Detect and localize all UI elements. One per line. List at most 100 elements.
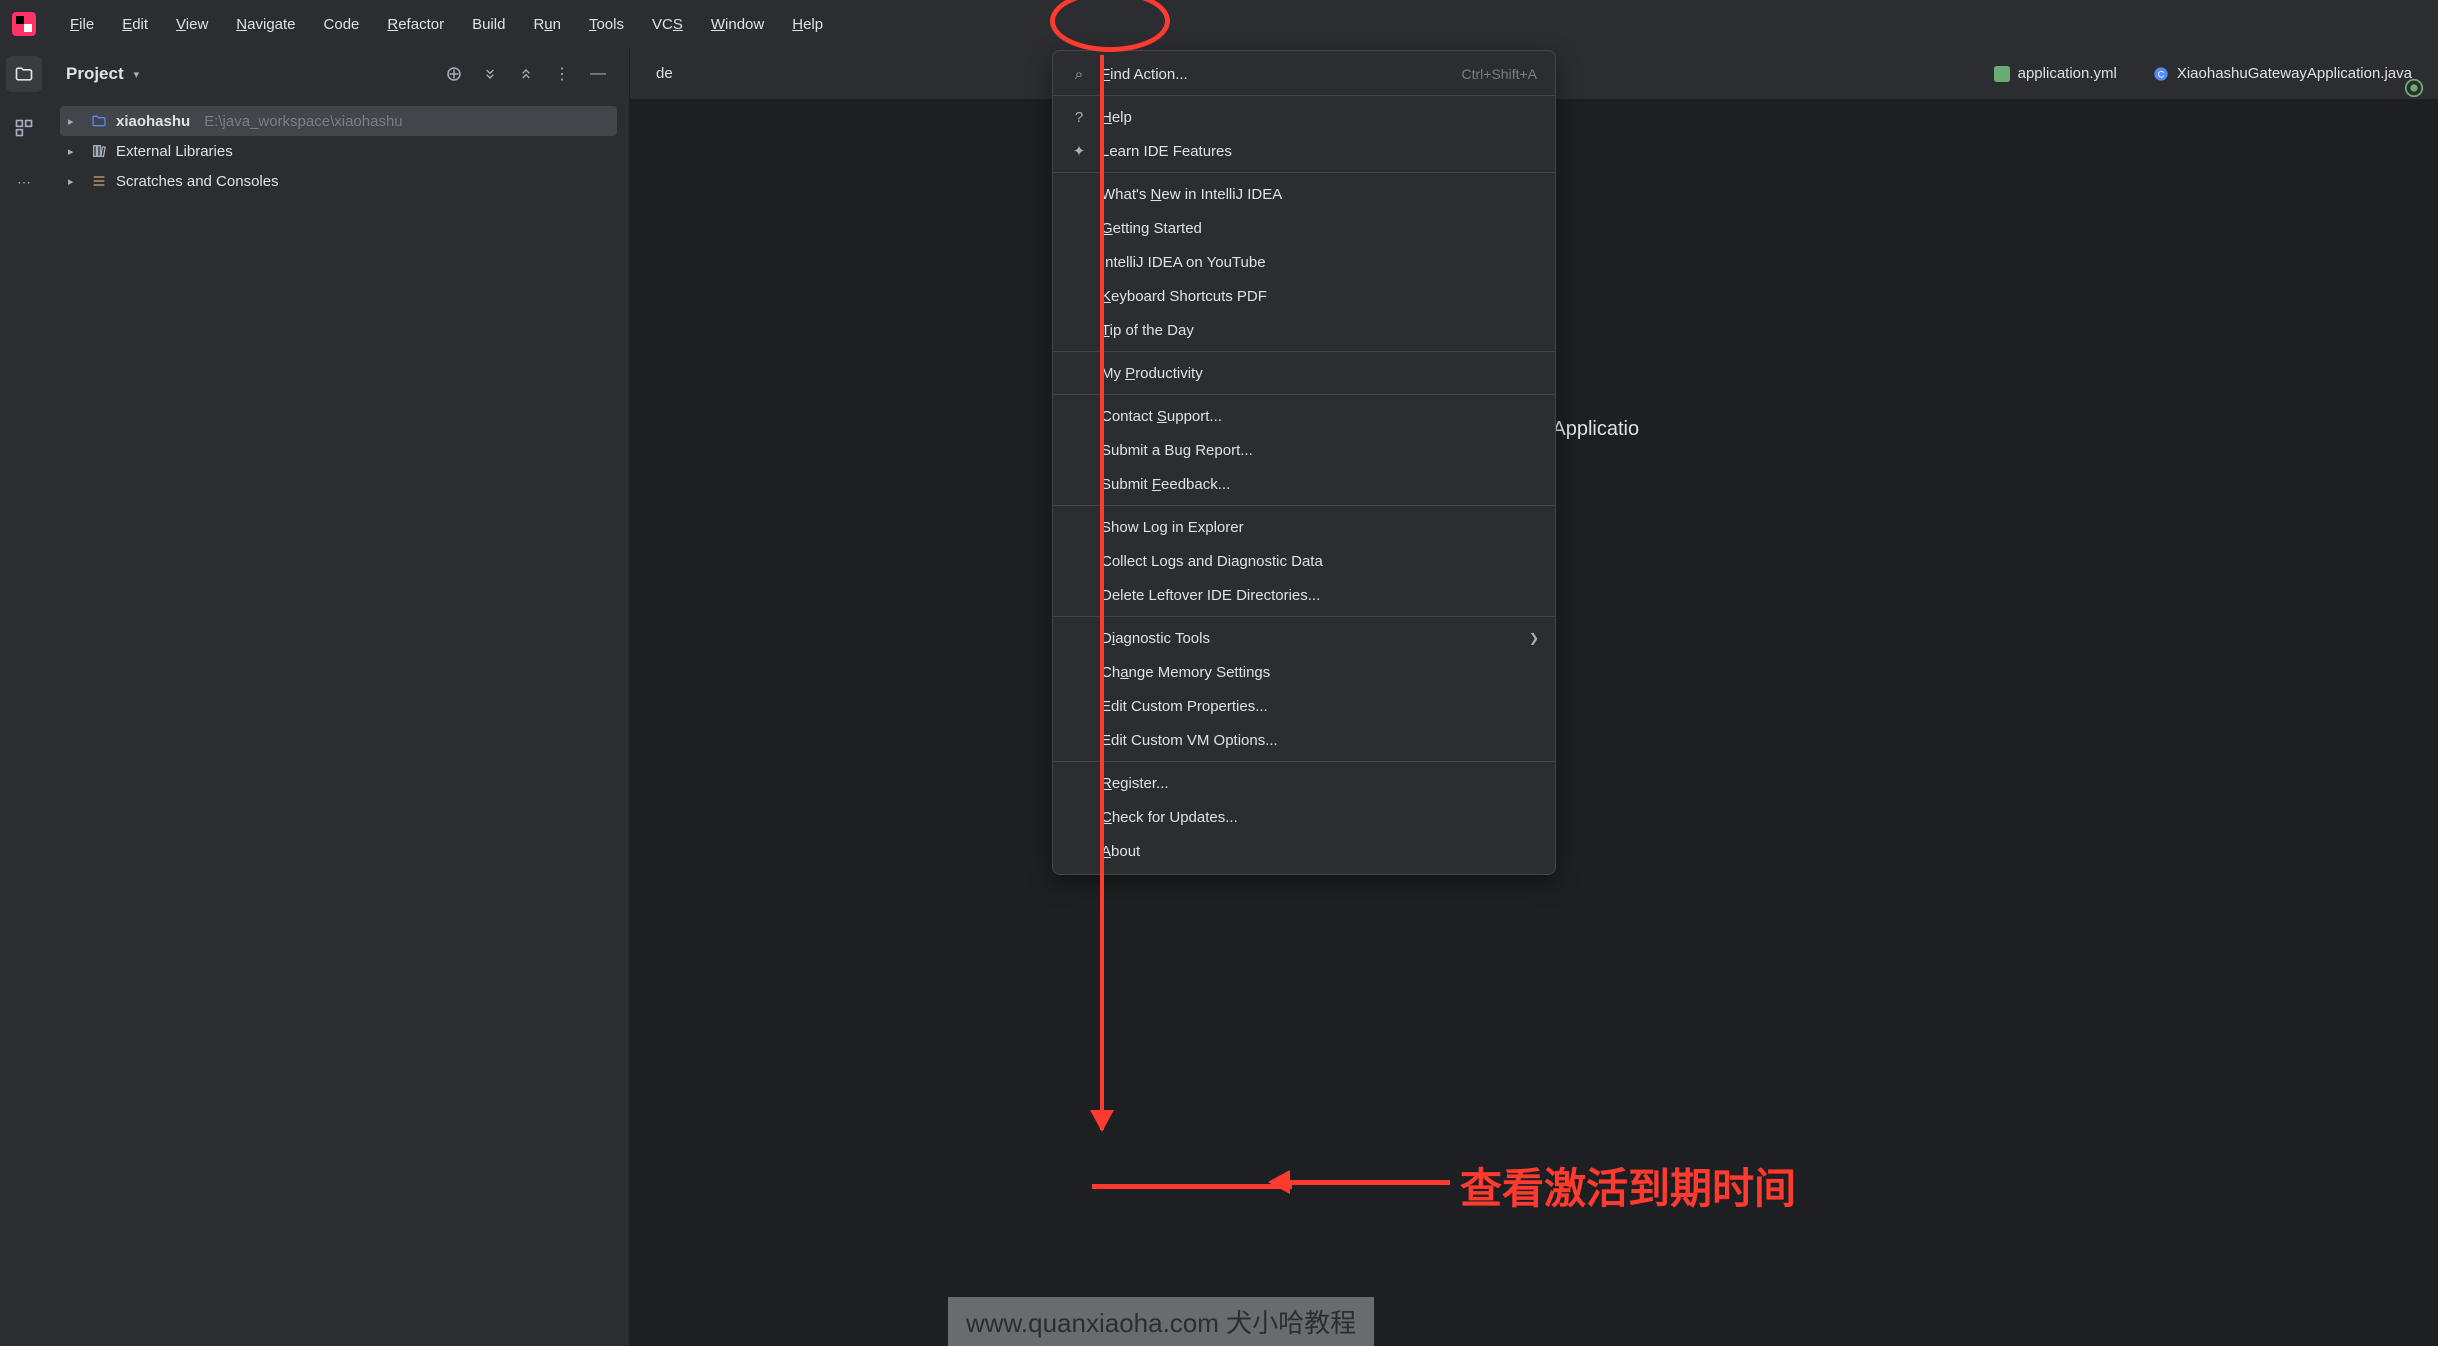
menu-view[interactable]: View: [162, 10, 222, 39]
menu-feedback[interactable]: Submit Feedback...: [1053, 467, 1555, 501]
menu-label: Contact Support...: [1101, 408, 1222, 425]
app-logo-icon: [10, 10, 38, 38]
menu-change-memory[interactable]: Change Memory Settings: [1053, 655, 1555, 689]
menu-bug-report[interactable]: Submit a Bug Report...: [1053, 433, 1555, 467]
hide-panel-button[interactable]: —: [585, 61, 611, 87]
menu-label: Show Log in Explorer: [1101, 519, 1244, 536]
menu-learn-ide[interactable]: ✦ Learn IDE Features: [1053, 134, 1555, 168]
help-icon: ?: [1069, 109, 1089, 126]
search-icon: ⌕: [1069, 66, 1089, 83]
menu-edit[interactable]: Edit: [108, 10, 162, 39]
menu-label: About: [1101, 843, 1140, 860]
project-tool-button[interactable]: [6, 56, 42, 92]
root-name: xiaohashu: [116, 113, 190, 130]
menu-about[interactable]: About: [1053, 834, 1555, 868]
menu-label: Edit Custom VM Options...: [1101, 732, 1278, 749]
menu-separator: [1053, 505, 1555, 506]
menu-separator: [1053, 394, 1555, 395]
menu-file[interactable]: File: [56, 10, 108, 39]
menu-productivity[interactable]: My Productivity: [1053, 356, 1555, 390]
select-opened-file-button[interactable]: [441, 61, 467, 87]
menu-label: Collect Logs and Diagnostic Data: [1101, 553, 1323, 570]
menu-label: What's New in IntelliJ IDEA: [1101, 186, 1282, 203]
shortcut-label: Ctrl+Shift+A: [1462, 66, 1537, 82]
left-rail: ⋯: [0, 48, 48, 1346]
menu-help[interactable]: Help: [778, 10, 837, 39]
submenu-arrow-icon: ❯: [1529, 631, 1539, 645]
help-dropdown: ⌕ Find Action... Ctrl+Shift+A ? Help ✦ L…: [1052, 50, 1556, 875]
menu-label: Change Memory Settings: [1101, 664, 1270, 681]
menu-tip-of-day[interactable]: Tip of the Day: [1053, 313, 1555, 347]
menu-label: Tip of the Day: [1101, 322, 1194, 339]
menu-label: Find Action...: [1101, 66, 1188, 83]
project-options-button[interactable]: ⋮: [549, 61, 575, 87]
menu-edit-props[interactable]: Edit Custom Properties...: [1053, 689, 1555, 723]
java-class-icon: C: [2153, 66, 2169, 82]
menu-navigate[interactable]: Navigate: [222, 10, 309, 39]
project-header: Project ▾ ⋮ —: [48, 48, 629, 100]
menu-tools[interactable]: Tools: [575, 10, 638, 39]
menu-getting-started[interactable]: Getting Started: [1053, 211, 1555, 245]
menu-contact-support[interactable]: Contact Support...: [1053, 399, 1555, 433]
menu-label: Check for Updates...: [1101, 809, 1238, 826]
project-tree: ▸ xiaohashu E:\java_workspace\xiaohashu …: [48, 100, 629, 202]
menu-find-action[interactable]: ⌕ Find Action... Ctrl+Shift+A: [1053, 57, 1555, 91]
menu-show-log[interactable]: Show Log in Explorer: [1053, 510, 1555, 544]
menu-build[interactable]: Build: [458, 10, 519, 39]
menu-code[interactable]: Code: [310, 10, 374, 39]
editor-tab-application-yml[interactable]: application.yml: [1978, 55, 2133, 92]
menu-check-updates[interactable]: Check for Updates...: [1053, 800, 1555, 834]
project-panel: Project ▾ ⋮ — ▸ xiaohashu E:\java_worksp…: [48, 48, 630, 1346]
menu-label: Submit Feedback...: [1101, 476, 1230, 493]
menu-label: Register...: [1101, 775, 1169, 792]
menu-label: My Productivity: [1101, 365, 1203, 382]
expand-arrow-icon[interactable]: ▸: [68, 145, 82, 158]
editor-tab-de[interactable]: de: [640, 55, 689, 92]
menu-collect-logs[interactable]: Collect Logs and Diagnostic Data: [1053, 544, 1555, 578]
menu-edit-vm[interactable]: Edit Custom VM Options...: [1053, 723, 1555, 757]
menu-separator: [1053, 351, 1555, 352]
expand-arrow-icon[interactable]: ▸: [68, 175, 82, 188]
menu-separator: [1053, 616, 1555, 617]
menu-run[interactable]: Run: [519, 10, 575, 39]
structure-tool-button[interactable]: [6, 110, 42, 146]
more-tool-button[interactable]: ⋯: [6, 164, 42, 200]
menu-label: IntelliJ IDEA on YouTube: [1101, 254, 1266, 271]
root-path: E:\java_workspace\xiaohashu: [204, 113, 402, 130]
menu-label: Edit Custom Properties...: [1101, 698, 1268, 715]
tree-external-libs[interactable]: ▸ External Libraries: [60, 136, 617, 166]
menu-refactor[interactable]: Refactor: [373, 10, 458, 39]
tab-label: application.yml: [2018, 65, 2117, 82]
expand-arrow-icon[interactable]: ▸: [68, 115, 82, 128]
menubar: File Edit View Navigate Code Refactor Bu…: [0, 0, 2438, 48]
tree-root[interactable]: ▸ xiaohashu E:\java_workspace\xiaohashu: [60, 106, 617, 136]
menu-label: Submit a Bug Report...: [1101, 442, 1253, 459]
menu-register[interactable]: Register...: [1053, 766, 1555, 800]
collapse-all-button[interactable]: [513, 61, 539, 87]
learn-icon: ✦: [1069, 142, 1089, 160]
project-title[interactable]: Project: [66, 64, 124, 84]
menu-window[interactable]: Window: [697, 10, 778, 39]
tab-label: XiaohashuGatewayApplication.java: [2177, 65, 2412, 82]
svg-text:C: C: [2157, 69, 2164, 79]
menu-shortcuts-pdf[interactable]: Keyboard Shortcuts PDF: [1053, 279, 1555, 313]
editor-tab-gateway[interactable]: C XiaohashuGatewayApplication.java: [2137, 55, 2428, 92]
menu-help-item[interactable]: ? Help: [1053, 100, 1555, 134]
menu-separator: [1053, 761, 1555, 762]
menu-label: Diagnostic Tools: [1101, 630, 1210, 647]
menu-youtube[interactable]: IntelliJ IDEA on YouTube: [1053, 245, 1555, 279]
ai-assistant-button[interactable]: [2398, 72, 2430, 104]
menu-whats-new[interactable]: What's New in IntelliJ IDEA: [1053, 177, 1555, 211]
menu-vcs[interactable]: VCS: [638, 10, 697, 39]
menu-diag-tools[interactable]: Diagnostic Tools ❯: [1053, 621, 1555, 655]
right-rail: [2390, 48, 2438, 1346]
scratches-icon: [90, 173, 108, 189]
yaml-icon: [1994, 66, 2010, 82]
tree-scratches[interactable]: ▸ Scratches and Consoles: [60, 166, 617, 196]
menu-delete-leftover[interactable]: Delete Leftover IDE Directories...: [1053, 578, 1555, 612]
chevron-down-icon[interactable]: ▾: [134, 68, 140, 81]
scratches-label: Scratches and Consoles: [116, 173, 279, 190]
menu-label: Keyboard Shortcuts PDF: [1101, 288, 1267, 305]
expand-all-button[interactable]: [477, 61, 503, 87]
module-icon: [90, 113, 108, 129]
